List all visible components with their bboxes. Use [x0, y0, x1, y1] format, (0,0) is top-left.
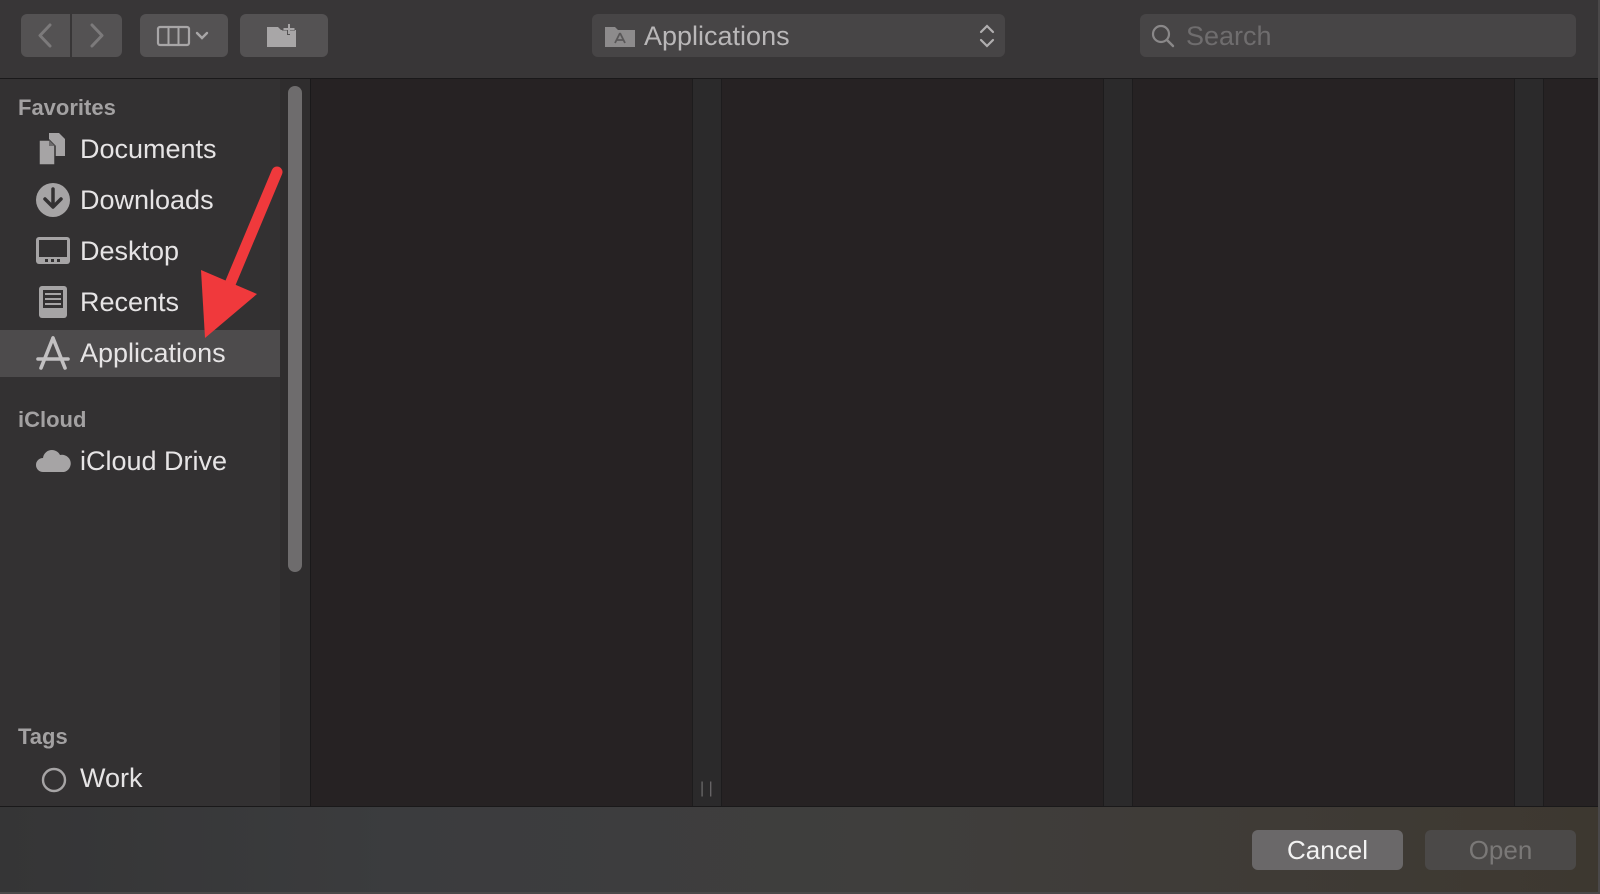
sidebar-item-icloud-drive[interactable]: iCloud Drive — [0, 438, 280, 485]
column-resize-handle[interactable] — [1514, 79, 1544, 806]
dialog-footer: Cancel Open — [0, 806, 1598, 892]
up-down-chevron-icon — [979, 24, 995, 48]
sidebar-item-label: Work — [80, 763, 143, 793]
back-button[interactable] — [21, 14, 70, 57]
documents-icon — [38, 133, 65, 166]
sidebar-item-label: iCloud Drive — [80, 446, 228, 476]
new-folder-button[interactable] — [240, 14, 328, 57]
sidebar-item-label: Documents — [80, 134, 217, 164]
sidebar-item-label: Downloads — [80, 185, 214, 215]
browser-column-3[interactable] — [1133, 79, 1514, 806]
location-popup[interactable]: Applications — [592, 14, 1005, 57]
browser-column-1[interactable] — [311, 79, 692, 806]
downloads-icon — [36, 183, 70, 217]
view-mode-button[interactable] — [140, 14, 228, 57]
sidebar-item-tag-work[interactable]: Work — [0, 755, 280, 802]
forward-button[interactable] — [72, 14, 122, 57]
chevron-right-icon — [90, 23, 104, 48]
applications-folder-icon — [605, 27, 635, 47]
location-label: Applications — [644, 21, 790, 51]
annotation-arrow-icon — [201, 166, 283, 338]
search-input[interactable] — [1184, 18, 1568, 54]
search-icon — [1151, 24, 1175, 48]
desktop-icon — [36, 237, 70, 264]
chevron-left-icon — [38, 23, 52, 48]
toolbar: Applications — [0, 0, 1598, 79]
applications-icon — [36, 336, 70, 370]
open-button[interactable]: Open — [1425, 830, 1576, 870]
cancel-button[interactable]: Cancel — [1252, 830, 1403, 870]
tag-circle-icon — [41, 767, 67, 793]
new-folder-icon — [267, 22, 296, 47]
tags-section-title: Tags — [18, 724, 68, 749]
column-resize-handle[interactable] — [692, 79, 722, 806]
sidebar-item-label: Recents — [80, 287, 180, 317]
open-file-dialog: Applications Favorites Documents — [0, 0, 1600, 894]
columns-view-icon — [156, 25, 209, 46]
column-resize-grip-icon: | | — [700, 780, 713, 797]
column-resize-handle[interactable] — [1103, 79, 1133, 806]
icloud-section-title: iCloud — [18, 407, 87, 432]
cloud-icon — [36, 450, 71, 472]
browser-column-2[interactable] — [722, 79, 1103, 806]
search-field[interactable] — [1140, 14, 1576, 57]
browser-column-4[interactable] — [1544, 79, 1598, 806]
favorites-section-title: Favorites — [18, 95, 116, 120]
sidebar-item-label: Desktop — [80, 236, 180, 266]
recents-icon — [39, 286, 67, 318]
nav-buttons — [21, 14, 122, 57]
